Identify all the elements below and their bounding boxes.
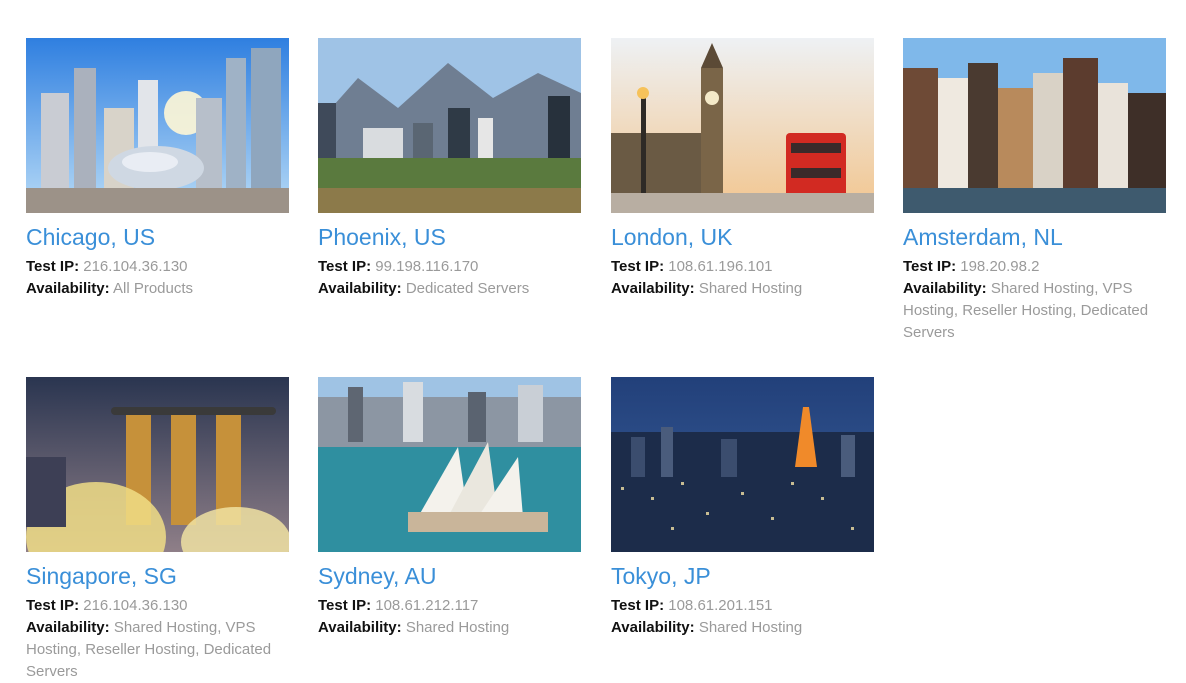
availability-label: Availability:	[318, 619, 402, 636]
test-ip-label: Test IP:	[26, 258, 80, 275]
availability-value: Shared Hosting	[698, 619, 803, 636]
phoenix-photo[interactable]	[318, 38, 581, 213]
location-city-link[interactable]: Phoenix, US	[318, 223, 581, 251]
location-city-link[interactable]: London, UK	[611, 223, 874, 251]
availability-line: Availability: Shared Hosting	[611, 278, 874, 300]
singapore-marina-bay-image	[26, 377, 289, 552]
phoenix-skyline-image	[318, 38, 581, 213]
test-ip-value: 198.20.98.2	[960, 258, 1040, 275]
chicago-skyline-image	[26, 38, 289, 213]
location-info: Test IP: 99.198.116.170 Availability: De…	[318, 256, 581, 300]
location-info: Test IP: 216.104.36.130 Availability: Al…	[26, 256, 289, 300]
availability-value: All Products	[112, 280, 194, 297]
test-ip-label: Test IP:	[26, 597, 80, 614]
location-city-link[interactable]: Tokyo, JP	[611, 562, 874, 590]
location-info: Test IP: 216.104.36.130 Availability: Sh…	[26, 595, 289, 683]
test-ip-value: 108.61.196.101	[668, 258, 773, 275]
availability-line: Availability: Shared Hosting, VPS Hostin…	[26, 617, 289, 683]
availability-label: Availability:	[903, 280, 987, 297]
availability-value: Shared Hosting	[405, 619, 510, 636]
tokyo-photo[interactable]	[611, 377, 874, 552]
test-ip-label: Test IP:	[611, 597, 665, 614]
location-card-amsterdam: Amsterdam, NL Test IP: 198.20.98.2 Avail…	[903, 38, 1166, 344]
location-info: Test IP: 198.20.98.2 Availability: Share…	[903, 256, 1166, 344]
singapore-photo[interactable]	[26, 377, 289, 552]
location-city-link[interactable]: Singapore, SG	[26, 562, 289, 590]
location-info: Test IP: 108.61.196.101 Availability: Sh…	[611, 256, 874, 300]
availability-label: Availability:	[611, 619, 695, 636]
test-ip-line: Test IP: 108.61.196.101	[611, 256, 874, 278]
test-ip-value: 108.61.201.151	[668, 597, 773, 614]
test-ip-value: 216.104.36.130	[83, 258, 188, 275]
test-ip-label: Test IP:	[318, 597, 372, 614]
availability-value: Dedicated Servers	[405, 280, 530, 297]
tokyo-night-city-image	[611, 377, 874, 552]
availability-line: Availability: Shared Hosting	[611, 617, 874, 639]
test-ip-line: Test IP: 216.104.36.130	[26, 256, 289, 278]
location-card-phoenix: Phoenix, US Test IP: 99.198.116.170 Avai…	[318, 38, 581, 300]
location-city-link[interactable]: Amsterdam, NL	[903, 223, 1166, 251]
locations-grid: Chicago, US Test IP: 216.104.36.130 Avai…	[0, 0, 1186, 683]
location-city-link[interactable]: Chicago, US	[26, 223, 289, 251]
test-ip-line: Test IP: 108.61.201.151	[611, 595, 874, 617]
test-ip-line: Test IP: 216.104.36.130	[26, 595, 289, 617]
location-card-sydney: Sydney, AU Test IP: 108.61.212.117 Avail…	[318, 377, 581, 639]
chicago-photo[interactable]	[26, 38, 289, 213]
location-card-tokyo: Tokyo, JP Test IP: 108.61.201.151 Availa…	[611, 377, 874, 639]
sydney-photo[interactable]	[318, 377, 581, 552]
test-ip-label: Test IP:	[318, 258, 372, 275]
test-ip-line: Test IP: 108.61.212.117	[318, 595, 581, 617]
availability-label: Availability:	[26, 619, 110, 636]
availability-label: Availability:	[611, 280, 695, 297]
availability-value: Shared Hosting	[698, 280, 803, 297]
london-big-ben-image	[611, 38, 874, 213]
availability-line: Availability: Shared Hosting, VPS Hostin…	[903, 278, 1166, 344]
location-city-link[interactable]: Sydney, AU	[318, 562, 581, 590]
test-ip-label: Test IP:	[611, 258, 665, 275]
test-ip-value: 108.61.212.117	[375, 597, 479, 614]
location-card-chicago: Chicago, US Test IP: 216.104.36.130 Avai…	[26, 38, 289, 300]
location-info: Test IP: 108.61.212.117 Availability: Sh…	[318, 595, 581, 639]
test-ip-line: Test IP: 198.20.98.2	[903, 256, 1166, 278]
availability-line: Availability: Shared Hosting	[318, 617, 581, 639]
test-ip-value: 99.198.116.170	[375, 258, 479, 275]
test-ip-label: Test IP:	[903, 258, 957, 275]
london-photo[interactable]	[611, 38, 874, 213]
location-info: Test IP: 108.61.201.151 Availability: Sh…	[611, 595, 874, 639]
availability-line: Availability: Dedicated Servers	[318, 278, 581, 300]
availability-line: Availability: All Products	[26, 278, 289, 300]
availability-label: Availability:	[26, 280, 110, 297]
location-card-london: London, UK Test IP: 108.61.196.101 Avail…	[611, 38, 874, 300]
test-ip-line: Test IP: 99.198.116.170	[318, 256, 581, 278]
location-card-singapore: Singapore, SG Test IP: 216.104.36.130 Av…	[26, 377, 289, 683]
availability-label: Availability:	[318, 280, 402, 297]
sydney-opera-house-image	[318, 377, 581, 552]
amsterdam-photo[interactable]	[903, 38, 1166, 213]
amsterdam-canal-houses-image	[903, 38, 1166, 213]
test-ip-value: 216.104.36.130	[83, 597, 188, 614]
